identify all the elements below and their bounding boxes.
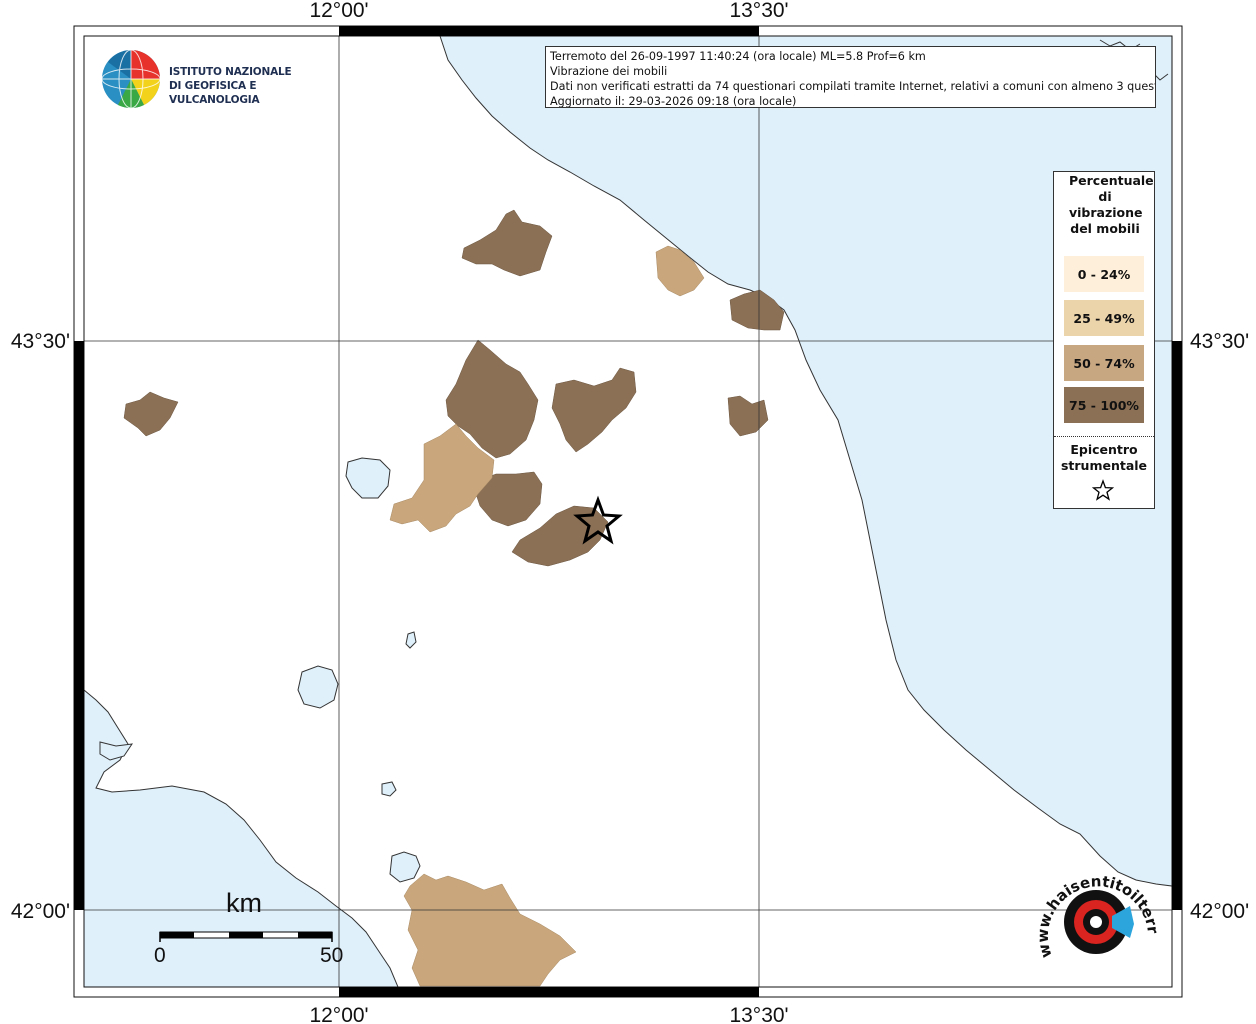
coord-left-lower: 42°00' xyxy=(11,900,70,923)
scale-min-label: 0 xyxy=(154,944,166,967)
ingv-logo-line2: DI GEOFISICA E VULCANOLOGIA xyxy=(169,80,260,106)
coord-bottom-left: 12°00' xyxy=(309,1004,368,1024)
coord-top-left: 12°00' xyxy=(309,0,368,22)
legend-class-1: 25 - 49% xyxy=(1064,300,1144,336)
legend-class-0: 0 - 24% xyxy=(1064,256,1144,292)
coord-right-lower: 42°00' xyxy=(1190,900,1249,923)
info-data-line: Dati non verificati estratti da 74 quest… xyxy=(550,80,1156,93)
legend-class-2-label: 50 - 74% xyxy=(1073,355,1135,371)
legend-separator xyxy=(1054,436,1154,437)
legend: Percentuale di vibrazione del mobili 0 -… xyxy=(1053,171,1155,509)
legend-class-0-label: 0 - 24% xyxy=(1077,266,1131,282)
ingv-logo: ISTITUTO NAZIONALE DI GEOFISICA E VULCAN… xyxy=(100,48,320,110)
info-event-line: Terremoto del 26-09-1997 11:40:24 (ora l… xyxy=(550,50,926,63)
legend-class-3: 75 - 100% xyxy=(1064,387,1144,423)
info-updated-line: Aggiornato il: 29-03-2026 09:18 (ora loc… xyxy=(550,95,797,108)
coord-left-upper: 43°30' xyxy=(11,330,70,353)
ingv-logo-line1: ISTITUTO NAZIONALE xyxy=(169,66,292,78)
info-parameter-line: Vibrazione dei mobili xyxy=(550,65,668,78)
haisentito-logo: www.haisentitoilterremoto.it ? xyxy=(1030,858,1160,960)
legend-epicenter-text: Epicentro strumentale xyxy=(1060,442,1148,473)
ingv-globe-icon xyxy=(101,49,161,109)
lake-bolsena xyxy=(297,665,339,709)
scale-max-label: 50 xyxy=(320,944,344,967)
legend-title: Percentuale di vibrazione del mobili xyxy=(1065,173,1154,237)
legend-class-2: 50 - 74% xyxy=(1064,345,1144,381)
event-info-box: Terremoto del 26-09-1997 11:40:24 (ora l… xyxy=(545,46,1156,108)
legend-title-text: Percentuale di vibrazione del mobili xyxy=(1069,173,1154,236)
legend-class-3-label: 75 - 100% xyxy=(1069,397,1139,413)
legend-epicenter-label: Epicentro strumentale xyxy=(1059,442,1149,474)
coord-top-right: 13°30' xyxy=(729,0,788,22)
coord-bottom-right: 13°30' xyxy=(729,1004,788,1024)
legend-star-icon xyxy=(1092,479,1114,501)
legend-class-1-label: 25 - 49% xyxy=(1073,310,1135,326)
scale-unit-label: km xyxy=(226,888,262,918)
coord-right-upper: 43°30' xyxy=(1190,330,1249,353)
